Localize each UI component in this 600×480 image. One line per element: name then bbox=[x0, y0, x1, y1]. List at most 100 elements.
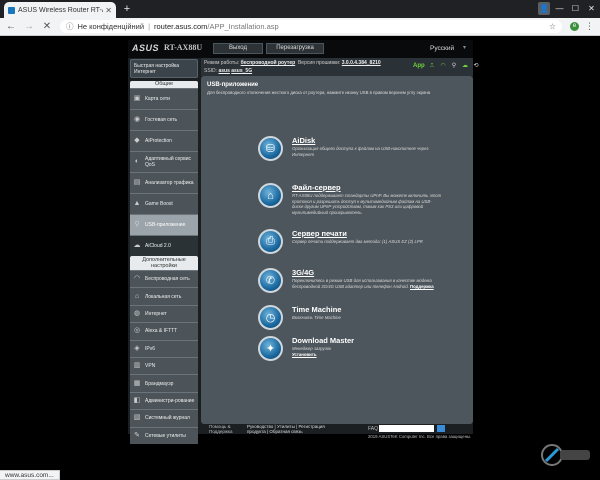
feature-title[interactable]: Download Master bbox=[292, 336, 354, 345]
sidebar-item-firewall[interactable]: ▦ Брандмауэр bbox=[130, 374, 198, 392]
advanced-header: Дополнительные настройки bbox=[130, 256, 198, 270]
sidebar-item-globe[interactable]: ◍ Интернет bbox=[130, 304, 198, 323]
media-server-icon[interactable]: ⌂ bbox=[258, 183, 283, 208]
sidebar-item-usb[interactable]: ⚲ USB-приложение bbox=[130, 214, 198, 235]
router-footer: Помощь & Поддержка Руководство | Утилиты… bbox=[201, 424, 473, 434]
sidebar-item-shield[interactable]: ◆ AiProtection bbox=[130, 130, 198, 151]
sidebar-item-ipv6[interactable]: ◈ IPv6 bbox=[130, 339, 198, 357]
sidebar-item-label: Брандмауэр bbox=[145, 380, 174, 387]
sidebar-item-label: Гостевая сеть bbox=[145, 117, 178, 123]
sidebar-item-game[interactable]: ▲ Game Boost bbox=[130, 193, 198, 214]
sidebar-item-label: Системный журнал bbox=[145, 415, 190, 422]
mobile-modem-icon[interactable]: ✆ bbox=[258, 268, 283, 293]
sidebar-item-label: Интернет bbox=[145, 310, 167, 317]
close-window-button[interactable]: ✕ bbox=[585, 2, 598, 15]
page-title: USB-приложение bbox=[207, 82, 259, 88]
feature-description: RT-AX88U поддерживает стандарты UPnP. Вы… bbox=[292, 193, 442, 215]
game-icon: ▲ bbox=[133, 200, 141, 207]
sidebar-item-label: Карта сети bbox=[145, 96, 170, 102]
sidebar-item-vpn[interactable]: ▥ VPN bbox=[130, 357, 198, 375]
operation-mode-link[interactable]: беспроводной роутер bbox=[241, 60, 296, 66]
sidebar-item-lan[interactable]: ⌂ Локальная сеть bbox=[130, 287, 198, 305]
language-select[interactable]: Русский bbox=[412, 43, 468, 54]
feature-printer: ⎙ Сервер печати Сервер печати поддерживает… bbox=[258, 229, 448, 265]
cloud-status-icon[interactable]: ☁ bbox=[461, 62, 469, 70]
back-arrow-icon[interactable]: ← bbox=[6, 21, 16, 32]
sidebar-item-label: USB-приложение bbox=[145, 222, 186, 228]
minimize-button[interactable]: — bbox=[553, 2, 566, 15]
tab-title: ASUS Wireless Router RT-AX88U bbox=[18, 6, 103, 14]
browser-status-bar: www.asus.com... bbox=[0, 470, 600, 480]
feature-description: Включить Time Machine bbox=[292, 315, 341, 320]
cloud-icon: ☁ bbox=[133, 242, 141, 249]
aidisk-icon[interactable]: ⛁ bbox=[258, 136, 283, 161]
wifi-status-icon[interactable]: ◠ bbox=[439, 62, 447, 70]
help-support-link[interactable]: Помощь & Поддержка bbox=[209, 424, 239, 434]
maximize-button[interactable]: ☐ bbox=[569, 2, 582, 15]
network-status-icon[interactable]: ⎍ bbox=[428, 62, 436, 70]
sidebar-item-tools[interactable]: ✎ Сетевые утилиты bbox=[130, 426, 198, 444]
logout-button[interactable]: Выход bbox=[213, 43, 263, 54]
sidebar-item-label: IPv6 bbox=[145, 345, 156, 352]
feature-link[interactable]: Установить bbox=[292, 352, 317, 357]
usb-status-icon[interactable]: ⚲ bbox=[450, 62, 458, 70]
general-header: Общие bbox=[130, 81, 198, 88]
vpn-icon: ▥ bbox=[133, 362, 141, 370]
firmware-update-icon[interactable]: ⟲ bbox=[472, 62, 480, 70]
address-bar[interactable]: ⓘ Не конфіденційний | router.asus.com /A… bbox=[60, 20, 562, 33]
sidebar-item-guest-network[interactable]: ◉ Гостевая сеть bbox=[130, 109, 198, 130]
qos-icon: ◐ bbox=[134, 158, 140, 165]
time-machine-icon[interactable]: ◷ bbox=[258, 305, 283, 330]
sidebar-item-wireless[interactable]: ◠ Беспроводная сеть bbox=[130, 270, 198, 288]
sidebar-item-label: Администри-рование bbox=[145, 397, 195, 404]
sidebar-item-log[interactable]: ▧ Системный журнал bbox=[130, 409, 198, 427]
browser-tab-bar: ASUS Wireless Router RT-AX88U ✕ + 👤 — ☐ … bbox=[0, 0, 600, 18]
usb-application-panel: USB-приложение Для беспроводного отключе… bbox=[201, 76, 473, 424]
feature-link[interactable]: Поддержка bbox=[410, 284, 434, 289]
admin-icon: ◧ bbox=[133, 396, 141, 404]
firmware-version-link[interactable]: 3.0.0.4.384_8210 bbox=[342, 60, 381, 66]
tools-icon: ✎ bbox=[134, 431, 140, 439]
faq-search-input[interactable] bbox=[379, 425, 434, 432]
footer-links: Руководство | Утилиты | Регистрация прод… bbox=[247, 424, 325, 434]
new-tab-button[interactable]: + bbox=[121, 3, 133, 15]
forward-arrow-icon[interactable]: → bbox=[24, 21, 34, 32]
faq-search-button[interactable] bbox=[437, 425, 445, 432]
sidebar-item-alexa[interactable]: ◎ Alexa & IFTTT bbox=[130, 322, 198, 340]
sidebar-item-label: Анализатор трафика bbox=[145, 180, 194, 186]
globe-icon: ◍ bbox=[133, 309, 141, 317]
bookmark-star-icon[interactable]: ☆ bbox=[549, 22, 556, 31]
reboot-button[interactable]: Перезагрузка bbox=[266, 43, 324, 54]
feature-title[interactable]: Файл-сервер bbox=[292, 183, 341, 192]
user-profile-icon[interactable]: 👤 bbox=[538, 2, 550, 15]
printer-icon[interactable]: ⎙ bbox=[258, 229, 283, 254]
site-watermark-logo bbox=[541, 444, 590, 466]
browser-menu-icon[interactable]: ⋮ bbox=[585, 21, 594, 32]
close-tab-icon[interactable]: ✕ bbox=[105, 6, 112, 15]
sidebar-item-cloud[interactable]: ☁ AiCloud 2.0 bbox=[130, 235, 198, 256]
extension-icon[interactable]: e bbox=[570, 22, 579, 31]
copyright: 2019 ASUSTeK Computer Inc. Все права защ… bbox=[368, 434, 472, 439]
sidebar-item-qos[interactable]: ◐ Адаптивный сервис QoS bbox=[130, 151, 198, 172]
browser-tab[interactable]: ASUS Wireless Router RT-AX88U ✕ bbox=[4, 2, 116, 18]
download-master-icon[interactable]: ✦ bbox=[258, 336, 283, 361]
feature-title[interactable]: Сервер печати bbox=[292, 229, 347, 238]
stop-loading-icon[interactable]: ✕ bbox=[42, 21, 52, 32]
ssid-24ghz[interactable]: asus bbox=[218, 68, 229, 74]
quick-internet-setup-button[interactable]: Быстрая настройка Интернет bbox=[130, 59, 198, 78]
url-host: router.asus.com bbox=[154, 22, 208, 31]
feature-title[interactable]: AiDisk bbox=[292, 136, 315, 145]
app-link[interactable]: App bbox=[413, 63, 425, 69]
shield-icon: ◆ bbox=[134, 137, 140, 144]
feature-title[interactable]: 3G/4G bbox=[292, 268, 314, 277]
footer-links-row2[interactable]: продукта | Обратная связь bbox=[247, 429, 325, 434]
sidebar-item-admin[interactable]: ◧ Администри-рование bbox=[130, 391, 198, 410]
feature-description: Сервер печати поддерживает два метода: (… bbox=[292, 239, 423, 244]
not-secure-icon: ⓘ bbox=[66, 22, 74, 31]
feature-title[interactable]: Time Machine bbox=[292, 305, 341, 314]
sidebar-item-label: Адаптивный сервис QoS bbox=[145, 156, 192, 168]
browser-toolbar: ← → ✕ ⓘ Не конфіденційний | router.asus.… bbox=[0, 18, 600, 36]
sidebar-item-traffic-analyzer[interactable]: ▤ Анализатор трафика bbox=[130, 172, 198, 193]
ssid-5ghz[interactable]: asus_5G bbox=[231, 68, 252, 74]
sidebar-item-network-map[interactable]: ▣ Карта сети bbox=[130, 88, 198, 109]
